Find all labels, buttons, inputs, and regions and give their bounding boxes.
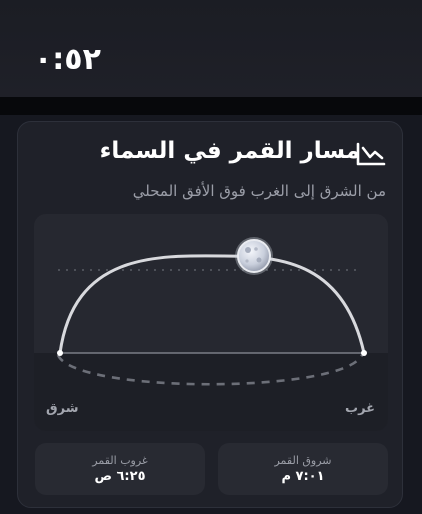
status-bar: ٠:٥٢ [0, 0, 422, 97]
moonrise-box: شروق القمر ٧:٠١ م [218, 443, 388, 495]
moon-icon [235, 237, 273, 275]
card-title: مسار القمر في السماء [99, 138, 360, 164]
moonrise-value: ٧:٠١ م [281, 469, 325, 484]
west-label: غرب [345, 401, 376, 416]
divider [0, 97, 422, 115]
status-time: ٠:٥٢ [34, 42, 101, 77]
moonrise-label: شروق القمر [274, 454, 332, 467]
below-horizon-arc [56, 354, 364, 386]
moonset-box: غروب القمر ٦:٢٥ ص [35, 443, 205, 495]
moonset-label: غروب القمر [92, 454, 148, 467]
horizon-point-west [361, 350, 367, 356]
horizon-point-east [57, 350, 63, 356]
card-subtitle: من الشرق إلى الغرب فوق الأفق المحلي [132, 182, 386, 200]
moonset-value: ٦:٢٥ ص [94, 469, 146, 484]
moon-path-diagram [56, 237, 367, 386]
east-label: شرق [46, 401, 79, 416]
